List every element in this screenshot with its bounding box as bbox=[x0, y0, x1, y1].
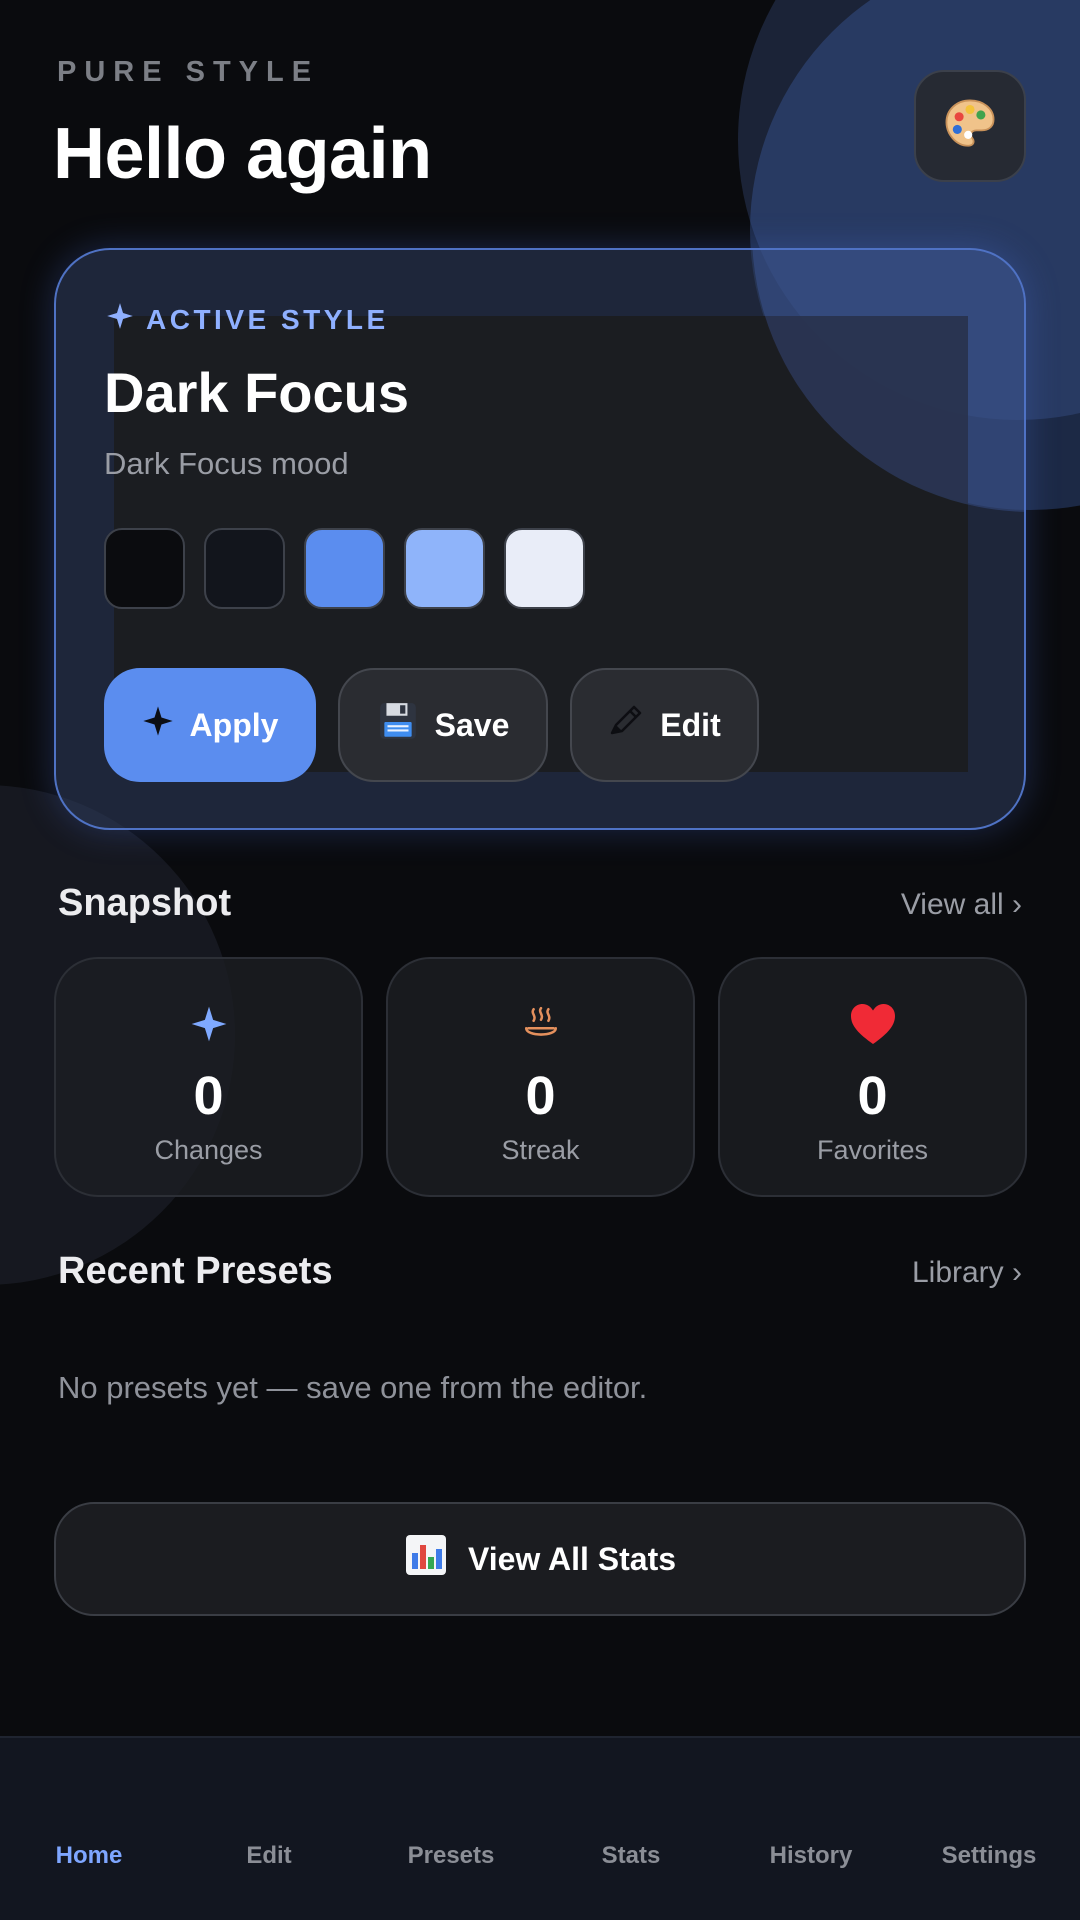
stat-label: Favorites bbox=[816, 1135, 929, 1165]
color-swatch[interactable] bbox=[104, 528, 185, 609]
card-actions: Apply Save Edit bbox=[104, 668, 759, 782]
apply-label: Apply bbox=[189, 706, 279, 743]
stat-value: 0 bbox=[525, 1066, 556, 1126]
color-swatch[interactable] bbox=[404, 528, 485, 609]
empty-presets-text: No presets yet — save one from the edito… bbox=[58, 1370, 648, 1405]
sparkle-icon bbox=[106, 302, 134, 337]
color-swatch[interactable] bbox=[504, 528, 585, 609]
stat-value: 0 bbox=[857, 1066, 888, 1126]
nav-item-history[interactable]: History bbox=[770, 1842, 853, 1870]
edit-button[interactable]: Edit bbox=[570, 668, 759, 782]
steam-icon bbox=[388, 1001, 693, 1047]
color-swatches bbox=[104, 528, 585, 609]
bottom-navigation: Home Edit Presets Stats History Settings bbox=[0, 1736, 1080, 1920]
view-all-link[interactable]: View all › bbox=[901, 888, 1022, 922]
home-screen: PURE STYLE Hello again ACTIVE STYLE Dark… bbox=[0, 0, 1080, 1920]
view-all-stats-label: View All Stats bbox=[467, 1540, 677, 1577]
stat-value: 0 bbox=[193, 1066, 224, 1126]
stat-card-streak[interactable]: 0 Streak bbox=[386, 957, 695, 1197]
stat-card-favorites[interactable]: 0 Favorites bbox=[718, 957, 1027, 1197]
palette-button[interactable] bbox=[914, 70, 1026, 182]
library-link[interactable]: Library › bbox=[912, 1256, 1022, 1290]
sparkle-icon bbox=[142, 705, 174, 745]
active-style-label: ACTIVE STYLE bbox=[106, 302, 389, 337]
save-button[interactable]: Save bbox=[338, 668, 548, 782]
floppy-disk-icon bbox=[377, 700, 419, 750]
color-swatch[interactable] bbox=[204, 528, 285, 609]
active-style-card: ACTIVE STYLE Dark Focus Dark Focus mood … bbox=[54, 248, 1026, 830]
stat-label: Streak bbox=[501, 1135, 580, 1165]
app-eyebrow: PURE STYLE bbox=[57, 56, 320, 88]
save-label: Save bbox=[434, 706, 510, 743]
color-swatch[interactable] bbox=[304, 528, 385, 609]
style-mood: Dark Focus mood bbox=[104, 446, 349, 481]
active-style-label-text: ACTIVE STYLE bbox=[146, 303, 389, 335]
pencil-icon bbox=[608, 703, 644, 747]
stat-label: Changes bbox=[154, 1135, 263, 1165]
style-name: Dark Focus bbox=[104, 361, 409, 424]
sparkle-icon bbox=[56, 1001, 361, 1047]
edit-label: Edit bbox=[660, 706, 721, 743]
recent-presets-title: Recent Presets bbox=[58, 1250, 333, 1292]
greeting-title: Hello again bbox=[53, 114, 432, 194]
heart-icon bbox=[720, 1001, 1025, 1047]
nav-item-settings[interactable]: Settings bbox=[942, 1842, 1037, 1870]
nav-item-presets[interactable]: Presets bbox=[408, 1842, 495, 1870]
view-all-stats-button[interactable]: View All Stats bbox=[54, 1502, 1026, 1616]
palette-icon bbox=[941, 95, 999, 158]
bar-chart-icon bbox=[404, 1533, 448, 1585]
snapshot-title: Snapshot bbox=[58, 882, 232, 924]
stat-card-changes[interactable]: 0 Changes bbox=[54, 957, 363, 1197]
nav-item-stats[interactable]: Stats bbox=[602, 1842, 661, 1870]
nav-item-home[interactable]: Home bbox=[56, 1842, 123, 1870]
apply-button[interactable]: Apply bbox=[104, 668, 316, 782]
nav-item-edit[interactable]: Edit bbox=[246, 1842, 291, 1870]
